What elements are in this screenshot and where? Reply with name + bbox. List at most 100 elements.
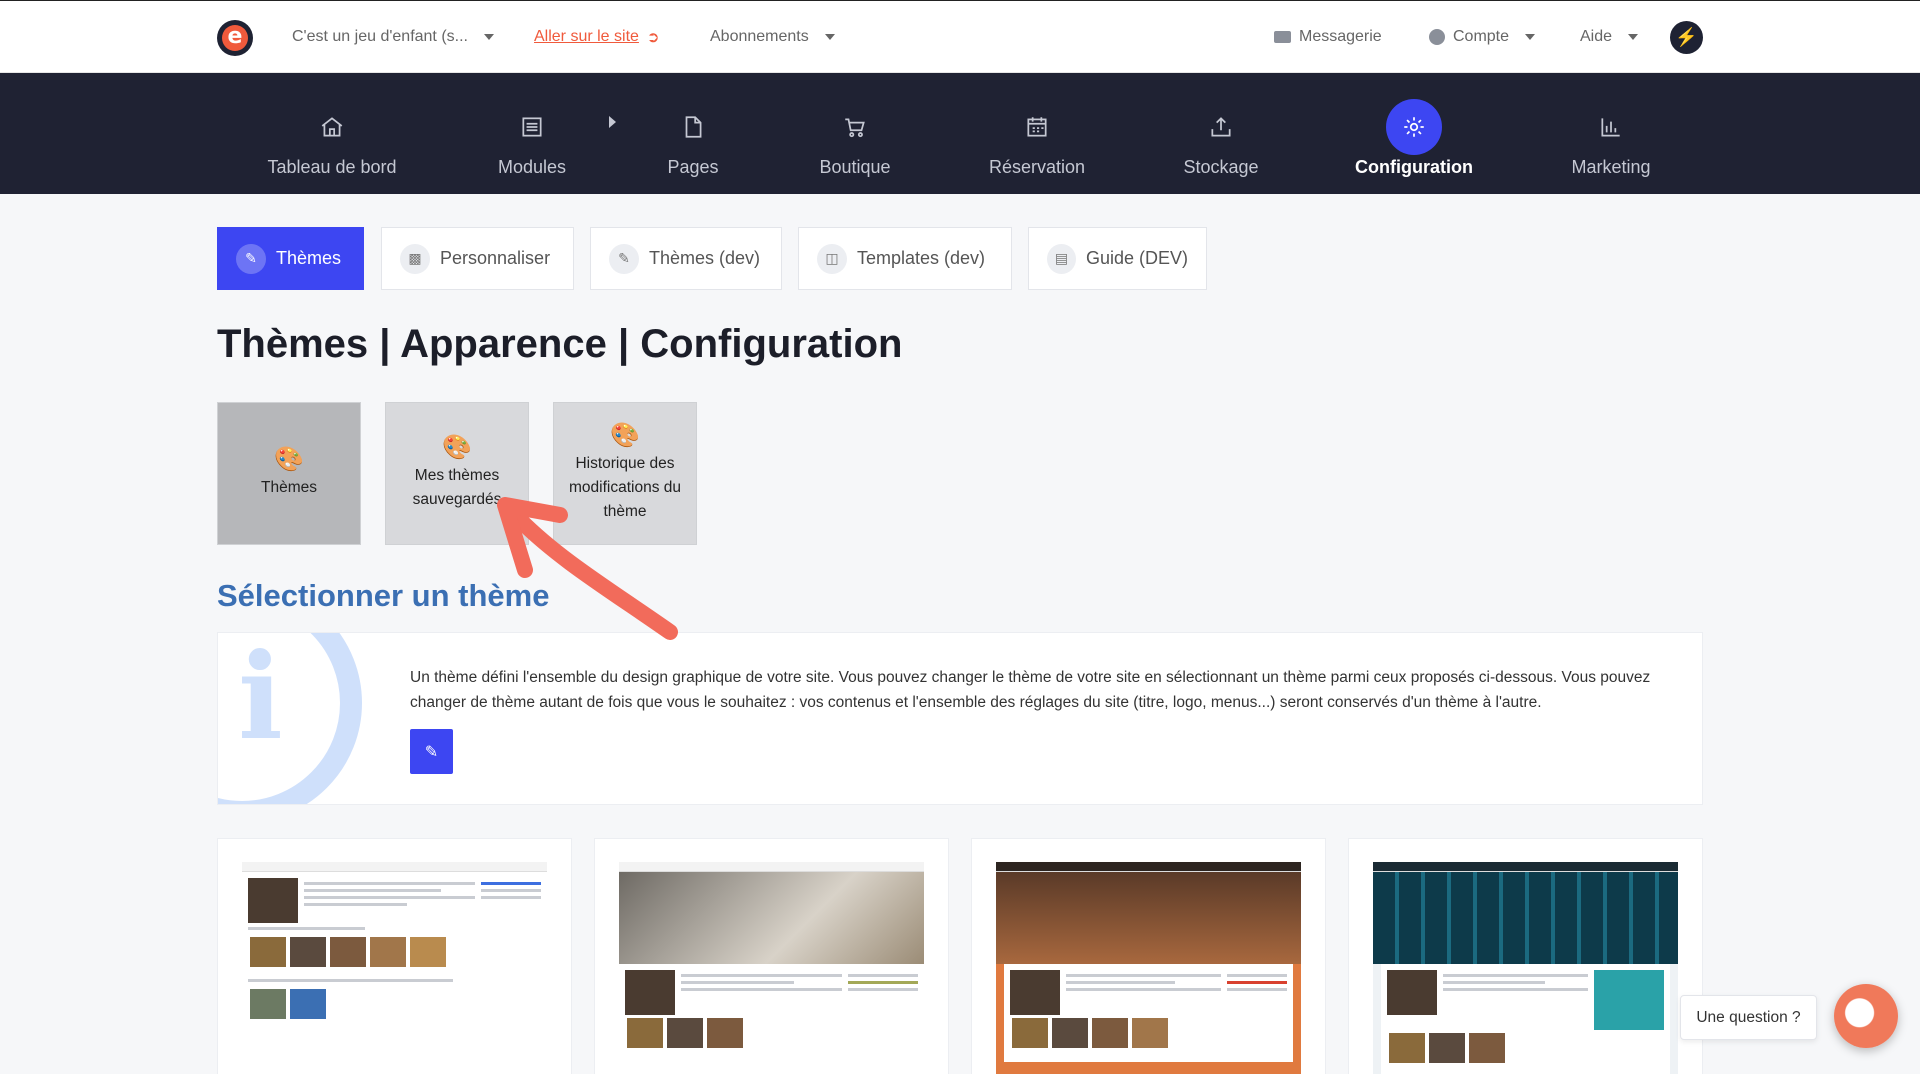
thumb-body: [1004, 964, 1293, 1062]
nav-item-booking[interactable]: Réservation: [947, 73, 1127, 194]
section-title: Sélectionner un thème: [217, 578, 550, 613]
nav-item-pages[interactable]: Pages: [603, 73, 783, 194]
theme-thumbnail[interactable]: [996, 862, 1301, 1074]
tile-saved-themes[interactable]: 🎨 Mes thèmes sauvegardés: [385, 402, 529, 545]
info-box: i Un thème défini l'ensemble du design g…: [217, 632, 1703, 805]
tab-themes-dev[interactable]: ✎ Thèmes (dev): [590, 227, 782, 290]
help-label: Aide: [1580, 28, 1613, 45]
tab-label: Thèmes (dev): [649, 248, 761, 268]
subscriptions-label: Abonnements: [710, 28, 809, 45]
account-label: Compte: [1453, 28, 1510, 45]
thumb-hero: [1373, 872, 1678, 964]
messaging-label: Messagerie: [1299, 28, 1382, 45]
palette-icon: 🎨: [274, 445, 304, 473]
palette-icon: 🎨: [610, 421, 640, 449]
tab-guide-dev[interactable]: ▤ Guide (DEV): [1028, 227, 1207, 290]
theme-card[interactable]: [1348, 838, 1703, 1074]
book-icon: ▤: [1047, 243, 1076, 274]
tile-theme-history[interactable]: 🎨 Historique des modifications du thème: [553, 402, 697, 545]
thumb-hero: [996, 872, 1301, 964]
lightning-icon[interactable]: ⚡: [1670, 21, 1703, 54]
messaging-link[interactable]: Messagerie: [1274, 28, 1382, 46]
account-menu[interactable]: Compte: [1429, 28, 1536, 46]
top-bar: e C'est un jeu d'enfant (s... Aller sur …: [0, 0, 1920, 73]
thumb-bar: [1373, 862, 1678, 872]
palette-save-icon: 🎨: [442, 433, 472, 461]
theme-thumbnail[interactable]: [1373, 862, 1678, 1074]
thumb-body: [242, 872, 547, 1033]
thumb-bar: [996, 862, 1301, 872]
main-nav: Tableau de bord Modules Pages Boutique R…: [0, 73, 1920, 194]
paint-roller-icon: ✎: [236, 243, 266, 274]
list-icon: [504, 99, 560, 155]
app-logo[interactable]: e: [217, 20, 253, 56]
bar-chart-icon: [1583, 99, 1639, 155]
tab-label: Thèmes: [276, 248, 342, 268]
nav-label: Boutique: [819, 157, 891, 177]
nav-item-marketing[interactable]: Marketing: [1521, 73, 1701, 194]
logo-letter-icon: e: [222, 25, 248, 51]
info-text: Un thème défini l'ensemble du design gra…: [410, 669, 1651, 711]
tile-label: Historique des modifications du thème: [568, 454, 681, 520]
theme-thumbnail[interactable]: [619, 862, 924, 1074]
help-chat-label: Une question ?: [1696, 1008, 1801, 1026]
nav-label: Modules: [497, 157, 567, 177]
thumb-hero: [619, 872, 924, 964]
help-chat-button[interactable]: Une question ?: [1680, 995, 1817, 1040]
theme-thumbnail[interactable]: [242, 862, 547, 1074]
calendar-icon: [1009, 99, 1065, 155]
tab-label: Templates (dev): [857, 248, 986, 268]
site-selector-label: C'est un jeu d'enfant (s...: [292, 28, 468, 45]
thumb-body: [619, 964, 924, 1062]
thumb-bar: [619, 862, 924, 872]
nav-label: Pages: [667, 157, 719, 177]
nav-label: Réservation: [988, 157, 1086, 177]
tab-label: Personnaliser: [440, 248, 551, 268]
nav-item-dashboard[interactable]: Tableau de bord: [242, 73, 422, 194]
chevron-down-icon: [1525, 34, 1536, 40]
envelope-icon: [1274, 31, 1291, 43]
home-icon: [304, 99, 360, 155]
columns-icon: ◫: [817, 243, 847, 274]
user-icon: [1429, 29, 1445, 45]
nav-item-modules[interactable]: Modules: [442, 73, 622, 194]
brush-icon: ▩: [400, 243, 430, 274]
chevron-down-icon: [1628, 34, 1639, 40]
nav-item-configuration[interactable]: Configuration: [1324, 73, 1504, 194]
tile-themes[interactable]: 🎨 Thèmes: [217, 402, 361, 545]
edit-button[interactable]: ✎: [410, 729, 453, 774]
tile-label: Mes thèmes sauvegardés: [412, 466, 502, 508]
tab-themes[interactable]: ✎ Thèmes: [217, 227, 364, 290]
help-menu[interactable]: Aide: [1580, 28, 1639, 46]
nav-label: Configuration: [1355, 157, 1473, 177]
chevron-down-icon: [483, 34, 494, 40]
tile-label: Thèmes: [261, 478, 317, 496]
external-link-icon: ➲: [646, 29, 660, 46]
info-icon: i: [238, 632, 283, 766]
theme-card[interactable]: [594, 838, 949, 1074]
thumb-bar: [242, 862, 547, 872]
subscriptions-menu[interactable]: Abonnements: [710, 28, 835, 46]
page-title: Thèmes | Apparence | Configuration: [217, 322, 903, 366]
nav-label: Tableau de bord: [267, 157, 397, 177]
edit-icon: ✎: [424, 743, 439, 761]
tab-label: Guide (DEV): [1085, 248, 1188, 268]
upload-icon: [1193, 99, 1249, 155]
chevron-down-icon: [824, 34, 835, 40]
nav-item-storage[interactable]: Stockage: [1131, 73, 1311, 194]
thumb-body: [1381, 964, 1670, 1074]
nav-item-shop[interactable]: Boutique: [765, 73, 945, 194]
tab-templates-dev[interactable]: ◫ Templates (dev): [798, 227, 1012, 290]
tab-customize[interactable]: ▩ Personnaliser: [381, 227, 574, 290]
paint-roller-icon: ✎: [609, 243, 639, 274]
theme-card[interactable]: [971, 838, 1326, 1074]
support-avatar-icon[interactable]: [1834, 984, 1898, 1048]
visit-site-link[interactable]: Aller sur le site ➲: [534, 28, 660, 46]
theme-card[interactable]: [217, 838, 572, 1074]
nav-label: Marketing: [1571, 157, 1651, 177]
file-icon: [665, 99, 721, 155]
nav-label: Stockage: [1183, 157, 1259, 177]
visit-site-label: Aller sur le site: [534, 28, 639, 45]
site-selector[interactable]: C'est un jeu d'enfant (s...: [292, 28, 494, 46]
gear-icon: [1386, 99, 1442, 155]
